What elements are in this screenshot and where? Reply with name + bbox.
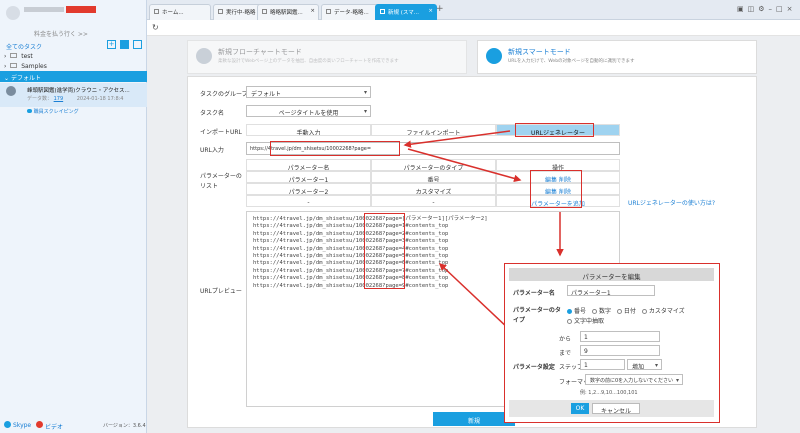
radio-date[interactable]: 日付	[616, 308, 636, 315]
arrow-dialog-to-preview	[438, 262, 511, 331]
to-input[interactable]: 9	[580, 345, 660, 356]
param-type-text: パラメーターのタイプ	[513, 307, 561, 324]
edit-parameter-dialog: パラメーターを編集 パラメーター名 パラメーター1 パラメーターのタイプ 番号 …	[504, 263, 720, 423]
radio-off-icon	[641, 309, 647, 314]
radio-label: 番号	[574, 308, 587, 315]
dialog-title: パラメーターを編集	[582, 273, 641, 281]
from-label: から	[559, 336, 572, 343]
radio-off-icon	[591, 309, 597, 314]
radio-on-icon	[567, 309, 572, 314]
step-input[interactable]: 1	[580, 359, 625, 370]
param-type-label: パラメーターのタイプ	[513, 306, 563, 326]
radio-label: 日付	[623, 308, 636, 315]
param-type-radios: 番号 数字 日付 カスタマイズ	[567, 306, 685, 315]
radio-label: 文字中抽取	[574, 318, 605, 325]
radio-number[interactable]: 番号	[567, 308, 586, 315]
param-name-label: パラメーター名	[513, 290, 555, 297]
param-setting-label: パラメータ設定	[513, 364, 555, 371]
format-example: 例: 1,2...9,10...100,101	[580, 390, 638, 396]
radio-off-icon	[567, 319, 572, 324]
arrow-generator-to-url	[403, 130, 511, 148]
dialog-header: パラメーターを編集	[509, 268, 714, 281]
param-name-input[interactable]: パラメーター1	[567, 285, 655, 296]
radio-text-extract[interactable]: 文字中抽取	[567, 316, 604, 325]
radio-label: カスタマイズ	[648, 308, 685, 315]
cancel-button[interactable]: キャンセル	[592, 403, 640, 415]
arrow-url-to-actions	[407, 148, 522, 183]
radio-off-icon	[616, 309, 622, 314]
radio-digit[interactable]: 数字	[591, 308, 611, 315]
from-input[interactable]: 1	[580, 331, 660, 342]
step-mode-select[interactable]: 増加	[627, 359, 662, 370]
format-select[interactable]: 数字の前に0を入力しないでください	[585, 374, 683, 385]
to-label: まで	[559, 350, 572, 357]
ok-button[interactable]: OK	[571, 403, 589, 414]
radio-label: 数字	[598, 308, 611, 315]
radio-custom[interactable]: カスタマイズ	[641, 308, 685, 315]
